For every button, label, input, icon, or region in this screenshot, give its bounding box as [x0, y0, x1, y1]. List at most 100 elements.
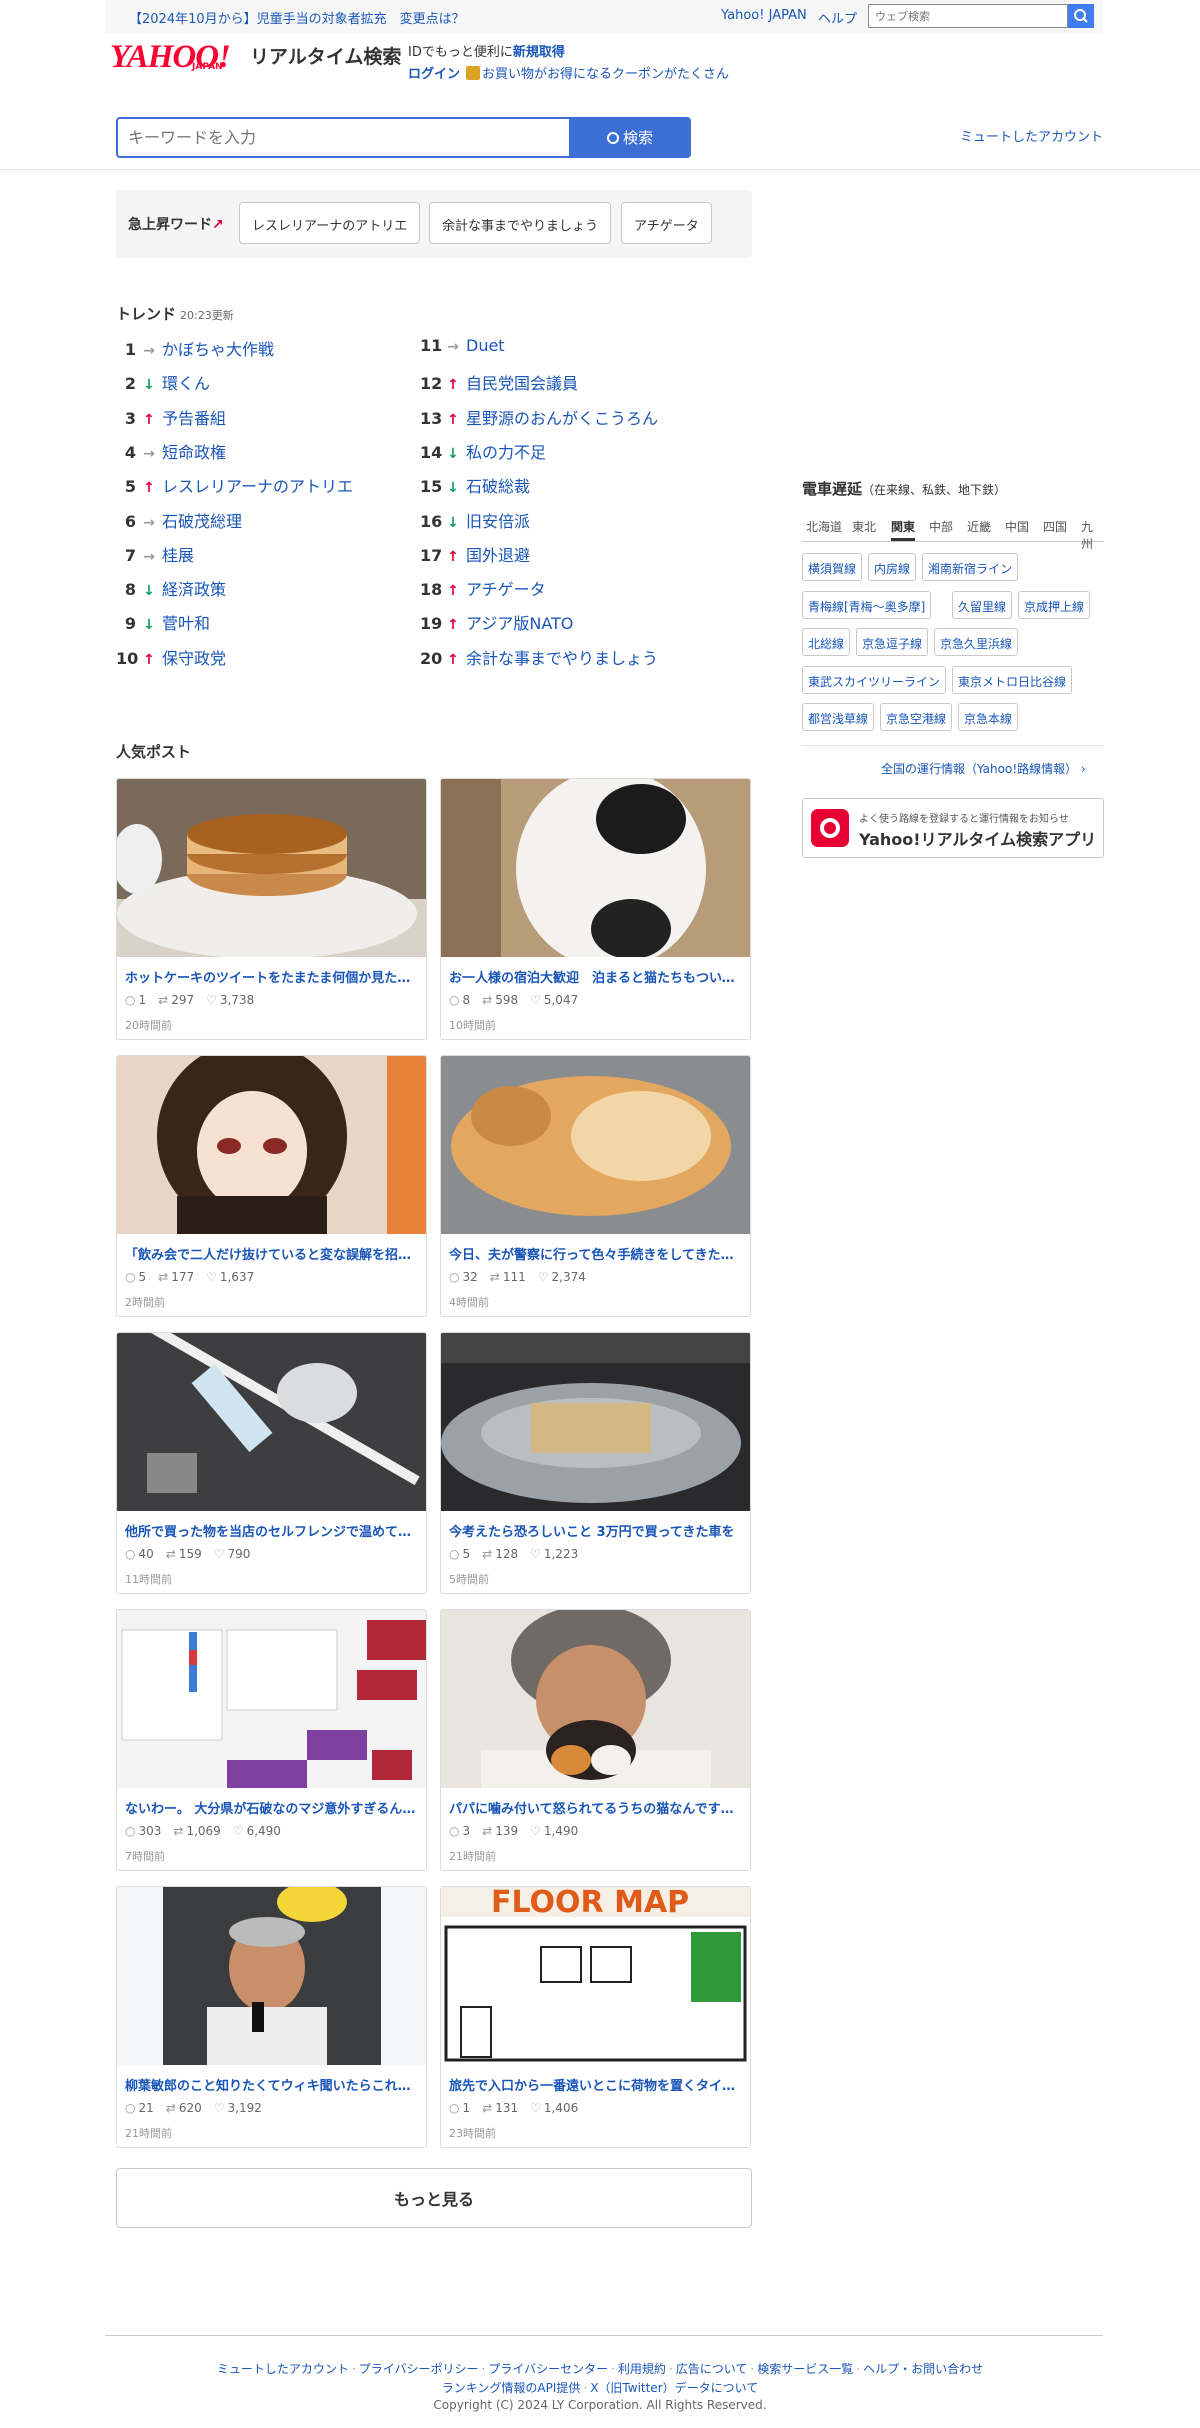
- post-likes[interactable]: ♡ 1,223: [530, 1547, 578, 1561]
- trend-item[interactable]: 4 → 短命政権: [116, 439, 226, 463]
- post-replies[interactable]: ○ 1: [125, 993, 146, 1007]
- region-tab[interactable]: 中国: [1005, 518, 1029, 535]
- post-title[interactable]: 「飲み会で二人だけ抜けていると変な誤解を招くので: [125, 1244, 420, 1263]
- delayed-line-chip[interactable]: 京急久里浜線: [934, 628, 1019, 656]
- post-likes[interactable]: ♡ 1,490: [530, 1824, 578, 1838]
- footer-link[interactable]: X（旧Twitter）データについて: [590, 2381, 758, 2395]
- post-replies[interactable]: ○ 303: [125, 1824, 161, 1838]
- delayed-line-chip[interactable]: 京成押上線: [1018, 590, 1091, 619]
- more-button[interactable]: もっと見る: [116, 2168, 752, 2228]
- post-card[interactable]: FLOOR MAP 旅先で入口から一番遠いとこに荷物を置くタイプの人 ○ 1 ⇄ 131 ♡…: [440, 1886, 751, 2148]
- post-likes[interactable]: ♡ 3,192: [214, 2101, 262, 2115]
- trend-item[interactable]: 8 ↓ 経済政策: [116, 576, 226, 600]
- post-image[interactable]: [117, 1333, 426, 1511]
- login-link[interactable]: ログイン: [408, 67, 460, 82]
- post-image[interactable]: [117, 1887, 426, 2065]
- trend-item[interactable]: 10 ↑ 保守政党: [116, 645, 226, 669]
- post-title[interactable]: 今考えたら恐ろしいこと 3万円で買ってきた車を: [449, 1521, 744, 1540]
- trend-item[interactable]: 3 ↑ 予告番組: [116, 405, 226, 429]
- trend-item[interactable]: 14 ↓ 私の力不足: [420, 439, 546, 463]
- post-replies[interactable]: ○ 3: [449, 1824, 470, 1838]
- region-tab[interactable]: 中部: [929, 518, 953, 535]
- footer-link[interactable]: 利用規約: [618, 2362, 666, 2376]
- rising-chip[interactable]: アチゲータ: [621, 202, 712, 244]
- all-train-info-link[interactable]: 全国の運行情報（Yahoo!路線情報） ›: [881, 760, 1086, 777]
- post-reposts[interactable]: ⇄ 111: [490, 1270, 526, 1284]
- trend-item[interactable]: 1 → かぼちゃ大作戦: [116, 336, 274, 360]
- post-title[interactable]: ないわー。 大分県が石破なのマジ意外すぎるんだけど: [125, 1798, 420, 1817]
- region-tab[interactable]: 東北: [852, 518, 876, 535]
- footer-link[interactable]: ヘルプ・お問い合わせ: [863, 2362, 983, 2376]
- trend-item[interactable]: 17 ↑ 国外退避: [420, 542, 530, 566]
- delayed-line-chip[interactable]: 青梅線[青梅〜奥多摩]: [802, 590, 932, 619]
- post-reposts[interactable]: ⇄ 128: [482, 1547, 518, 1561]
- post-title[interactable]: 柳葉敏郎のこと知りたくてウィキ聞いたらこれが出てきた: [125, 2075, 420, 2094]
- search-button[interactable]: 検索: [569, 117, 691, 158]
- post-image[interactable]: [441, 1333, 750, 1511]
- rising-chip[interactable]: 余計な事までやりましょう: [429, 202, 612, 244]
- rising-chip[interactable]: レスレリアーナのアトリエ: [239, 202, 421, 244]
- post-likes[interactable]: ♡ 5,047: [530, 993, 578, 1007]
- trend-item[interactable]: 6 → 石破茂総理: [116, 508, 242, 532]
- trend-item[interactable]: 9 ↓ 菅叶和: [116, 610, 210, 634]
- post-image[interactable]: [441, 1610, 750, 1788]
- delayed-line-chip[interactable]: 京急空港線: [880, 703, 953, 731]
- footer-link[interactable]: ミュートしたアカウント: [217, 2362, 349, 2376]
- delayed-line-chip[interactable]: 横須賀線: [802, 553, 863, 581]
- app-banner[interactable]: よく使う路線を登録すると運行情報をお知らせ Yahoo!リアルタイム検索アプリ: [802, 798, 1104, 858]
- post-replies[interactable]: ○ 5: [449, 1547, 470, 1561]
- trend-item[interactable]: 13 ↑ 星野源のおんがくこうろん: [420, 405, 658, 429]
- post-image[interactable]: [117, 779, 426, 957]
- post-title[interactable]: 他所で買った物を当店のセルフレンジで温めていく人へ: [125, 1521, 420, 1540]
- post-card[interactable]: 他所で買った物を当店のセルフレンジで温めていく人へ ○ 40 ⇄ 159 ♡ 790 11時間…: [116, 1332, 427, 1594]
- web-search-button[interactable]: [1068, 4, 1094, 28]
- post-likes[interactable]: ♡ 790: [214, 1547, 251, 1561]
- trend-item[interactable]: 7 → 桂展: [116, 542, 194, 566]
- post-replies[interactable]: ○ 8: [449, 993, 470, 1007]
- post-card[interactable]: 今日、夫が警察に行って色々手続きをしてきたのですが ○ 32 ⇄ 111 ♡ 2,374 4時…: [440, 1055, 751, 1317]
- post-reposts[interactable]: ⇄ 177: [158, 1270, 194, 1284]
- delayed-line-chip[interactable]: 内房線: [868, 553, 917, 581]
- post-reposts[interactable]: ⇄ 139: [482, 1824, 518, 1838]
- post-likes[interactable]: ♡ 3,738: [206, 993, 254, 1007]
- delayed-line-chip[interactable]: 京急逗子線: [856, 628, 929, 656]
- post-replies[interactable]: ○ 5: [125, 1270, 146, 1284]
- post-likes[interactable]: ♡ 1,637: [206, 1270, 254, 1284]
- delayed-line-chip[interactable]: 東京メトロ日比谷線: [952, 665, 1073, 694]
- post-likes[interactable]: ♡ 6,490: [233, 1824, 281, 1838]
- delayed-line-chip[interactable]: 京急本線: [958, 703, 1019, 731]
- trend-item[interactable]: 18 ↑ アチゲータ: [420, 576, 546, 600]
- post-image[interactable]: [117, 1610, 426, 1788]
- signup-link[interactable]: 新規取得: [513, 45, 565, 60]
- post-replies[interactable]: ○ 21: [125, 2101, 154, 2115]
- trend-item[interactable]: 12 ↑ 自民党国会議員: [420, 370, 578, 394]
- yahoo-japan-link[interactable]: Yahoo! JAPAN: [721, 8, 807, 23]
- trend-item[interactable]: 11 → Duet: [420, 336, 505, 360]
- delayed-line-chip[interactable]: 北総線: [802, 628, 851, 656]
- post-reposts[interactable]: ⇄ 1,069: [173, 1824, 220, 1838]
- post-title[interactable]: ホットケーキのツイートをたまたま何個か見たんだけど: [125, 967, 420, 986]
- announcement-link[interactable]: 【2024年10月から】児童手当の対象者拡充 変更点は？: [129, 8, 465, 27]
- post-reposts[interactable]: ⇄ 131: [482, 2101, 518, 2115]
- post-card[interactable]: お一人様の宿泊大歓迎 泊まると猫たちもついてくる ○ 8 ⇄ 598 ♡ 5,047 10時間…: [440, 778, 751, 1040]
- post-reposts[interactable]: ⇄ 159: [166, 1547, 202, 1561]
- post-image[interactable]: FLOOR MAP: [441, 1887, 750, 2065]
- post-reposts[interactable]: ⇄ 297: [158, 993, 194, 1007]
- help-link[interactable]: ヘルプ: [818, 8, 857, 27]
- post-card[interactable]: 柳葉敏郎のこと知りたくてウィキ聞いたらこれが出てきた ○21 ⇄620 ♡3,192 2…: [116, 1886, 427, 2148]
- post-image[interactable]: [117, 1056, 426, 1234]
- footer-link[interactable]: 検索サービス一覧: [757, 2362, 853, 2376]
- post-card[interactable]: 「飲み会で二人だけ抜けていると変な誤解を招くので ○ 5 ⇄ 177 ♡ 1,637 2時間前: [116, 1055, 427, 1317]
- footer-link[interactable]: ランキング情報のAPI提供: [442, 2381, 581, 2395]
- post-replies[interactable]: ○ 1: [449, 2101, 470, 2115]
- trend-item[interactable]: 5 ↑ レスレリアーナのアトリエ: [116, 473, 353, 497]
- footer-link[interactable]: プライバシーセンター: [488, 2362, 608, 2376]
- region-tab[interactable]: 北海道: [806, 518, 842, 535]
- post-card[interactable]: 今考えたら恐ろしいこと 3万円で買ってきた車を ○ 5 ⇄ 128 ♡ 1,223 5時間前: [440, 1332, 751, 1594]
- post-card[interactable]: ホットケーキのツイートをたまたま何個か見たんだけど ○ 1 ⇄ 297 ♡ 3,738 20時…: [116, 778, 427, 1040]
- region-tab[interactable]: 四国: [1043, 518, 1067, 535]
- trend-item[interactable]: 16 ↓ 旧安倍派: [420, 508, 530, 532]
- region-tab[interactable]: 九州: [1081, 518, 1104, 552]
- post-title[interactable]: お一人様の宿泊大歓迎 泊まると猫たちもついてくる: [449, 967, 744, 986]
- post-replies[interactable]: ○ 40: [125, 1547, 154, 1561]
